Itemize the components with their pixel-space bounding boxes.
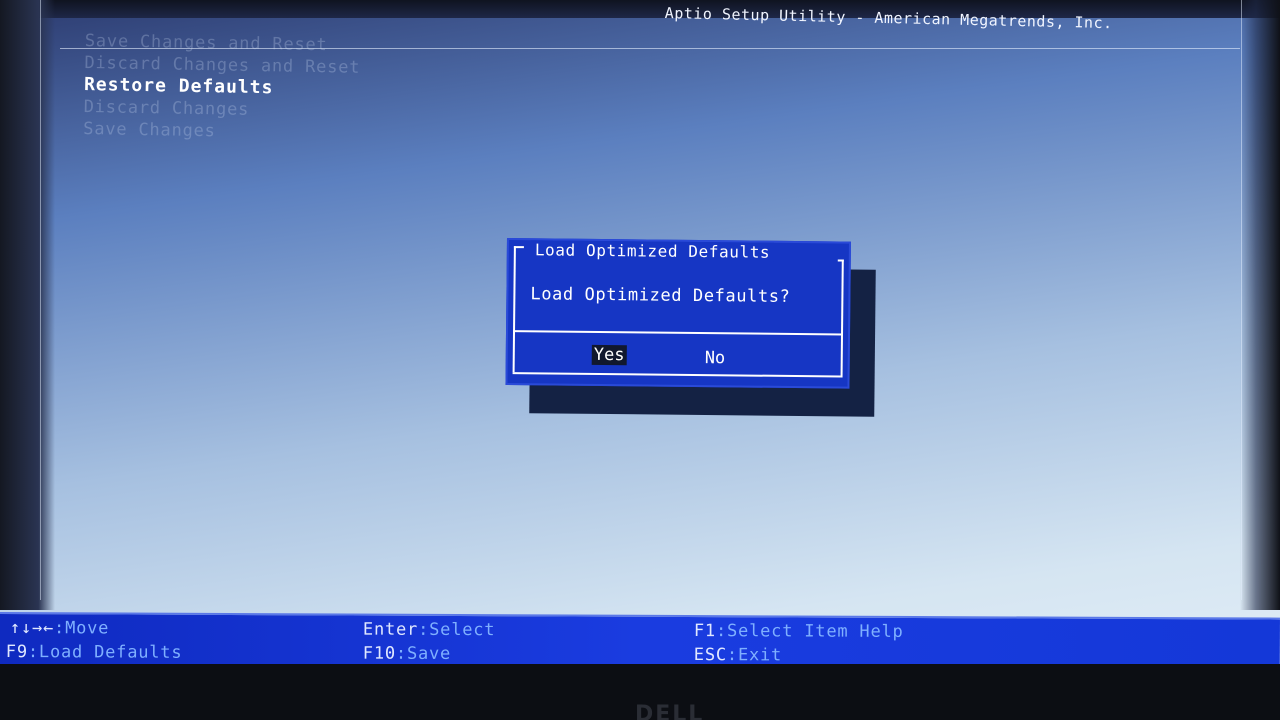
help-item-help: F1:Select Item Help: [693, 621, 904, 642]
dialog-separator: [513, 330, 844, 336]
dialog-title: Load Optimized Defaults: [530, 240, 775, 262]
dialog-border: [512, 246, 516, 373]
confirm-dialog: Load Optimized Defaults Load Optimized D…: [505, 238, 851, 389]
exit-menu: Save Changes and Reset Discard Changes a…: [83, 30, 361, 145]
bios-screen: Aptio Setup Utility - American Megatrend…: [0, 0, 1280, 720]
dialog-border: [513, 246, 524, 249]
dialog-border: [837, 259, 844, 262]
help-save: F10:Save: [362, 643, 452, 664]
dell-logo: DELL: [635, 702, 705, 720]
dialog-border: [840, 259, 844, 378]
dialog-border: [512, 372, 841, 378]
no-button[interactable]: No: [703, 348, 728, 368]
help-move: ↑↓→←:Move: [9, 618, 110, 639]
monitor-bezel-right: [1240, 0, 1280, 610]
help-load-defaults: F9:Load Defaults: [5, 642, 183, 663]
dialog-message: Load Optimized Defaults?: [530, 284, 791, 307]
key-help-bar: ↑↓→←:Move Enter:Select F1:Select Item He…: [0, 612, 1280, 672]
yes-button[interactable]: Yes: [591, 344, 627, 366]
help-select: Enter:Select: [362, 619, 496, 641]
help-exit: ESC:Exit: [693, 645, 783, 666]
arrow-keys-icon: ↑↓→←: [9, 618, 55, 639]
